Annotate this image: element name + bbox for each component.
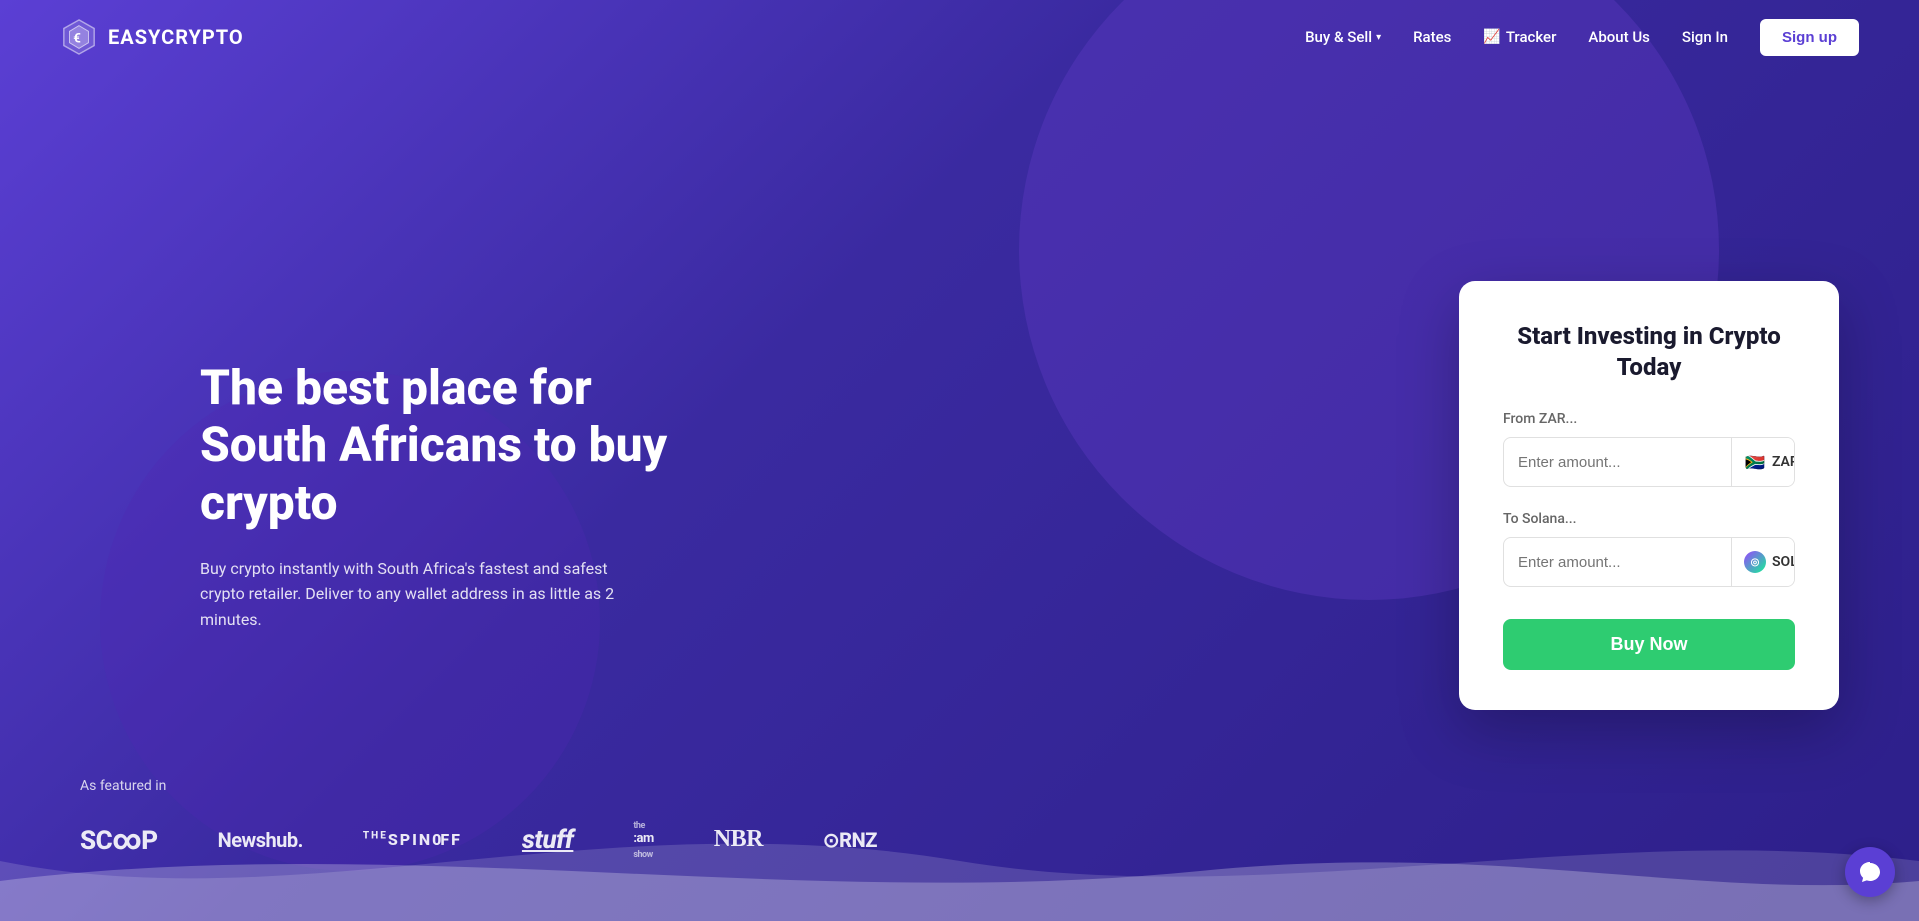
featured-label: As featured in (80, 778, 1839, 794)
from-amount-input[interactable] (1504, 438, 1731, 486)
zar-flag-icon: 🇿🇦 (1744, 451, 1766, 473)
svg-text:€: € (73, 32, 81, 47)
nav-signin[interactable]: Sign In (1682, 28, 1728, 46)
chart-icon: 📈 (1483, 29, 1500, 45)
hero-left: The best place for South Africans to buy… (200, 359, 720, 633)
spinoff-logo: THESPIN0FF (363, 830, 462, 849)
crypto-card: Start Investing in Crypto Today From ZAR… (1459, 281, 1839, 710)
to-currency-label: SOL (1772, 554, 1795, 570)
scoop-logo: SC∞P (80, 823, 158, 856)
chevron-down-icon: ▾ (1376, 32, 1381, 43)
iam-show-logo: the:amshow (633, 818, 653, 861)
signup-button[interactable]: Sign up (1760, 19, 1859, 56)
to-amount-input[interactable] (1504, 538, 1731, 586)
hero-title: The best place for South Africans to buy… (200, 359, 720, 532)
to-field: To Solana... ◎ SOL ▾ (1503, 511, 1795, 587)
hero-section: € EASYCRYPTO Buy & Sell ▾ Rates 📈 Tracke… (0, 0, 1919, 921)
hero-subtitle: Buy crypto instantly with South Africa's… (200, 556, 650, 633)
from-input-row: 🇿🇦 ZAR ▾ (1503, 437, 1795, 487)
header: € EASYCRYPTO Buy & Sell ▾ Rates 📈 Tracke… (0, 0, 1919, 74)
nav-tracker[interactable]: 📈 Tracker (1483, 28, 1556, 46)
from-currency-label: ZAR (1772, 454, 1795, 470)
from-currency-selector[interactable]: 🇿🇦 ZAR ▾ (1731, 438, 1795, 486)
media-logos-row: SC∞P Newshub. THESPIN0FF stuff the:amsho… (80, 818, 1839, 861)
buy-now-button[interactable]: Buy Now (1503, 619, 1795, 670)
logo-text: EASYCRYPTO (108, 25, 244, 49)
nav-buy-sell[interactable]: Buy & Sell ▾ (1305, 28, 1381, 46)
from-label: From ZAR... (1503, 411, 1795, 427)
from-field: From ZAR... 🇿🇦 ZAR ▾ (1503, 411, 1795, 487)
newshub-logo: Newshub. (218, 828, 303, 852)
nav-rates[interactable]: Rates (1413, 28, 1451, 46)
chat-bubble-button[interactable] (1845, 847, 1895, 897)
nav-about[interactable]: About Us (1588, 28, 1650, 46)
nbr-logo: NBR (714, 826, 763, 853)
rnz-logo: ⊙RNZ (823, 828, 877, 852)
logo-link[interactable]: € EASYCRYPTO (60, 18, 244, 56)
to-input-row: ◎ SOL ▾ (1503, 537, 1795, 587)
sol-icon: ◎ (1744, 551, 1766, 573)
to-currency-selector[interactable]: ◎ SOL ▾ (1731, 538, 1795, 586)
card-title: Start Investing in Crypto Today (1503, 321, 1795, 383)
stuff-logo: stuff (522, 825, 573, 855)
chat-icon (1858, 860, 1882, 884)
logo-icon: € (60, 18, 98, 56)
to-label: To Solana... (1503, 511, 1795, 527)
main-nav: Buy & Sell ▾ Rates 📈 Tracker About Us Si… (1305, 19, 1859, 56)
featured-section: As featured in SC∞P Newshub. THESPIN0FF … (80, 778, 1839, 861)
